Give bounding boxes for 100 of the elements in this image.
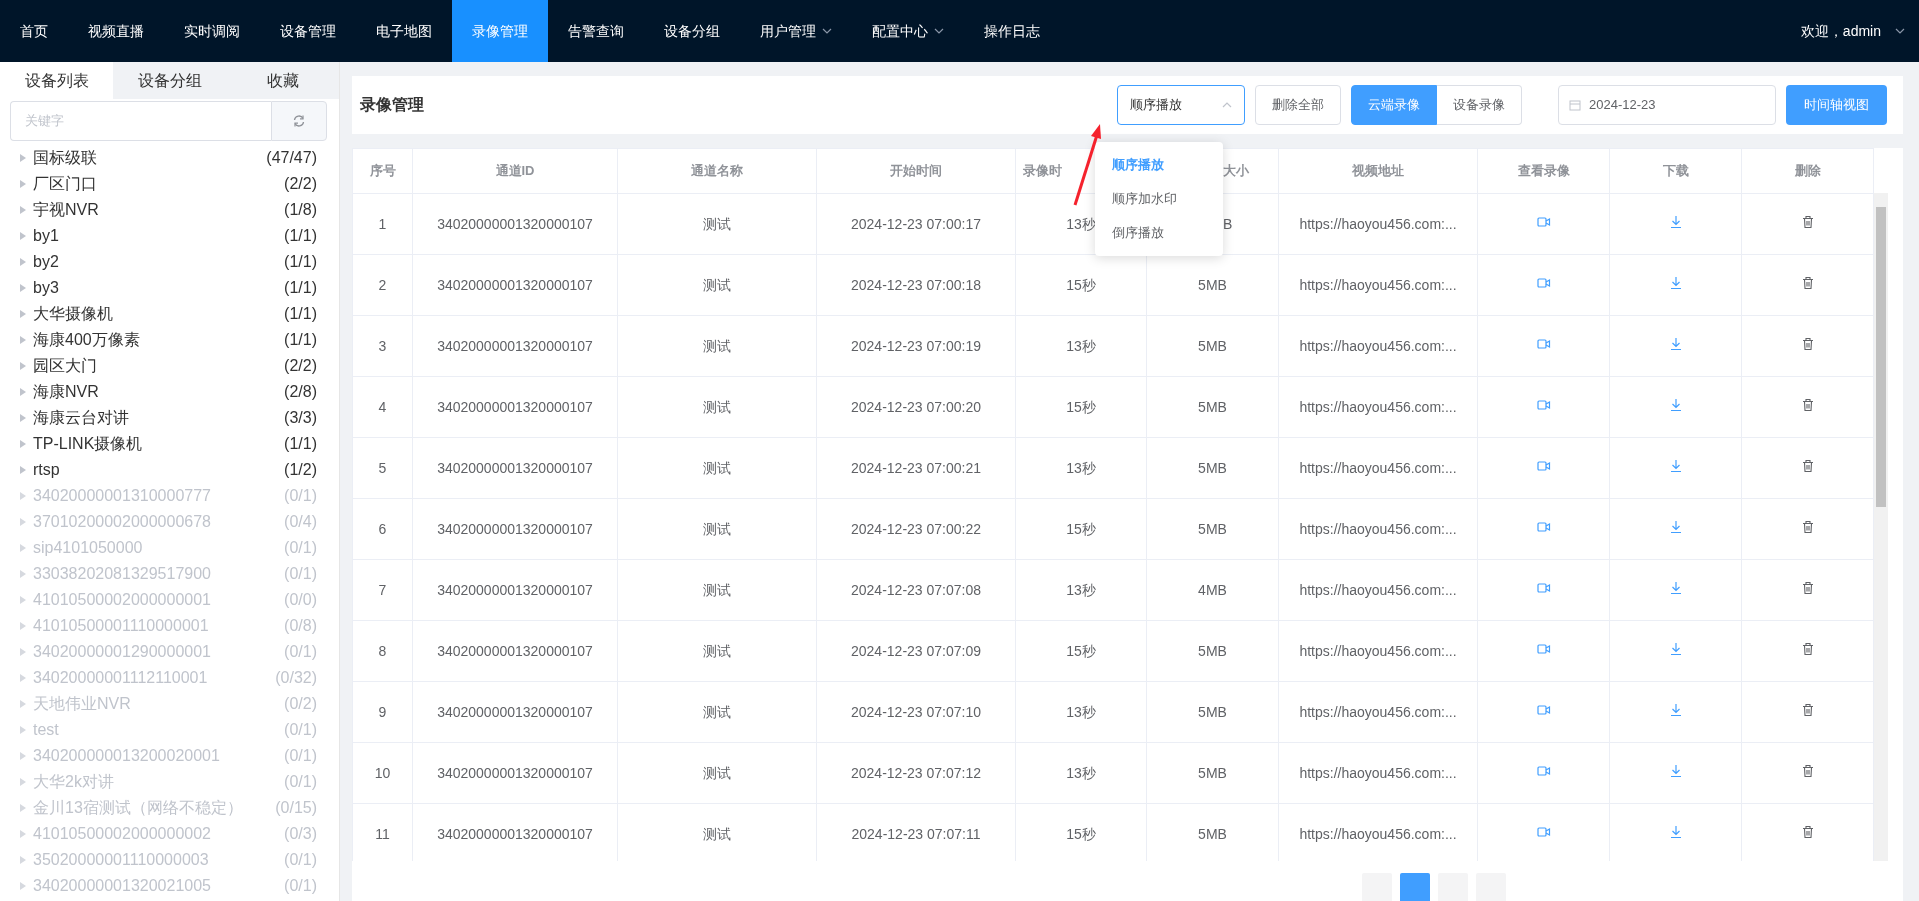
nav-tab[interactable]: 实时调阅 <box>164 0 260 62</box>
download-button[interactable] <box>1668 275 1683 290</box>
nav-tab[interactable]: 首页 <box>0 0 68 62</box>
menu-option[interactable]: 倒序播放 <box>1095 216 1223 250</box>
device-count: (0/2) <box>284 694 317 714</box>
device-name: 宇视NVR <box>33 200 100 220</box>
nav-tab[interactable]: 视频直播 <box>68 0 164 62</box>
device-count: (1/1) <box>284 252 317 272</box>
device-count: (47/47) <box>266 148 317 168</box>
play-video-button[interactable] <box>1536 397 1551 412</box>
tree-item[interactable]: by2 (1/1) <box>0 249 339 275</box>
download-icon <box>1668 824 1683 839</box>
source-tab[interactable]: 设备录像 <box>1437 85 1522 125</box>
scrollbar-thumb[interactable] <box>1876 207 1886 507</box>
download-button[interactable] <box>1668 336 1683 351</box>
nav-tab[interactable]: 操作日志 <box>964 0 1060 62</box>
date-field[interactable]: 2024-12-23 <box>1558 85 1776 125</box>
nav-tab[interactable]: 配置中心 <box>852 0 964 62</box>
column-header: 删除 <box>1741 148 1874 194</box>
delete-button[interactable] <box>1800 214 1815 229</box>
delete-button[interactable] <box>1800 702 1815 717</box>
table-cell: 测试 <box>617 437 817 499</box>
table-cell: 15秒 <box>1015 620 1147 682</box>
table-cell: 13秒 <box>1015 559 1147 621</box>
tree-item[interactable]: TP-LINK摄像机 (1/1) <box>0 431 339 457</box>
tree-item[interactable]: 大华摄像机 (1/1) <box>0 301 339 327</box>
table-cell: https://haoyou456.com:... <box>1278 376 1478 438</box>
download-button[interactable] <box>1668 702 1683 717</box>
table-cell: 2024-12-23 07:00:20 <box>816 376 1016 438</box>
device-count: (2/8) <box>284 382 317 402</box>
trash-icon <box>1800 641 1815 656</box>
tree-item[interactable]: 宇视NVR (1/8) <box>0 197 339 223</box>
refresh-button[interactable] <box>271 101 327 141</box>
sidebar-tab[interactable]: 收藏 <box>226 62 339 99</box>
tree-item[interactable]: 园区大门 (2/2) <box>0 353 339 379</box>
download-button[interactable] <box>1668 519 1683 534</box>
download-button[interactable] <box>1668 641 1683 656</box>
table-cell: https://haoyou456.com:... <box>1278 742 1478 804</box>
nav-tab[interactable]: 告警查询 <box>548 0 644 62</box>
table-cell: 5MB <box>1146 254 1279 316</box>
table-cell: 测试 <box>617 376 817 438</box>
delete-button[interactable] <box>1800 641 1815 656</box>
table-cell: 34020000001320000107 <box>412 620 618 682</box>
device-name: TP-LINK摄像机 <box>33 434 144 454</box>
download-button[interactable] <box>1668 214 1683 229</box>
nav-tab[interactable]: 设备管理 <box>260 0 356 62</box>
delete-all-button[interactable]: 删除全部 <box>1255 85 1341 125</box>
sort-select[interactable]: 顺序播放 <box>1117 85 1245 125</box>
tree-item[interactable]: by1 (1/1) <box>0 223 339 249</box>
play-video-button[interactable] <box>1536 336 1551 351</box>
device-name: 海康云台对讲 <box>33 408 130 428</box>
delete-button[interactable] <box>1800 519 1815 534</box>
nav-tab[interactable]: 设备分组 <box>644 0 740 62</box>
play-video-button[interactable] <box>1536 214 1551 229</box>
device-count: (0/1) <box>284 720 317 740</box>
tree-item[interactable]: by3 (1/1) <box>0 275 339 301</box>
delete-button[interactable] <box>1800 458 1815 473</box>
column-header: 通道名称 <box>617 148 817 194</box>
column-header: 视频地址 <box>1278 148 1478 194</box>
menu-option[interactable]: 顺序加水印 <box>1095 182 1223 216</box>
nav-tab[interactable]: 电子地图 <box>356 0 452 62</box>
device-count: (1/1) <box>284 434 317 454</box>
download-button[interactable] <box>1668 763 1683 778</box>
tree-item[interactable]: 国标级联 (47/47) <box>0 145 339 171</box>
device-name: 园区大门 <box>33 356 98 376</box>
play-video-button[interactable] <box>1536 763 1551 778</box>
user-menu[interactable]: 欢迎，admin <box>1780 0 1919 62</box>
video-camera-icon <box>1536 763 1551 778</box>
table-cell: 1 <box>352 193 413 255</box>
tree-item[interactable]: 海康400万像素 (1/1) <box>0 327 339 353</box>
sidebar-tab[interactable]: 设备分组 <box>113 62 226 99</box>
tree-item[interactable]: 海康NVR (2/8) <box>0 379 339 405</box>
scrollbar[interactable] <box>1874 193 1888 861</box>
nav-tab[interactable]: 用户管理 <box>740 0 852 62</box>
search-field[interactable]: 关键字 <box>10 101 271 141</box>
delete-button[interactable] <box>1800 763 1815 778</box>
download-icon <box>1668 336 1683 351</box>
download-button[interactable] <box>1668 397 1683 412</box>
play-video-button[interactable] <box>1536 275 1551 290</box>
delete-button[interactable] <box>1800 397 1815 412</box>
table-cell: 34020000001320000107 <box>412 254 618 316</box>
download-button[interactable] <box>1668 458 1683 473</box>
video-camera-icon <box>1536 458 1551 473</box>
device-count: (1/1) <box>284 330 317 350</box>
play-video-button[interactable] <box>1536 641 1551 656</box>
play-video-button[interactable] <box>1536 702 1551 717</box>
play-video-button[interactable] <box>1536 458 1551 473</box>
tree-item[interactable]: 厂区门口 (2/2) <box>0 171 339 197</box>
play-video-button[interactable] <box>1536 519 1551 534</box>
delete-button[interactable] <box>1800 824 1815 839</box>
download-button[interactable] <box>1668 580 1683 595</box>
play-video-button[interactable] <box>1536 580 1551 595</box>
delete-button[interactable] <box>1800 580 1815 595</box>
tree-item[interactable]: 海康云台对讲 (3/3) <box>0 405 339 431</box>
delete-button[interactable] <box>1800 275 1815 290</box>
play-video-button[interactable] <box>1536 824 1551 839</box>
download-button[interactable] <box>1668 824 1683 839</box>
tree-item[interactable]: rtsp (1/2) <box>0 457 339 483</box>
delete-button[interactable] <box>1800 336 1815 351</box>
expand-caret-icon <box>19 751 27 761</box>
